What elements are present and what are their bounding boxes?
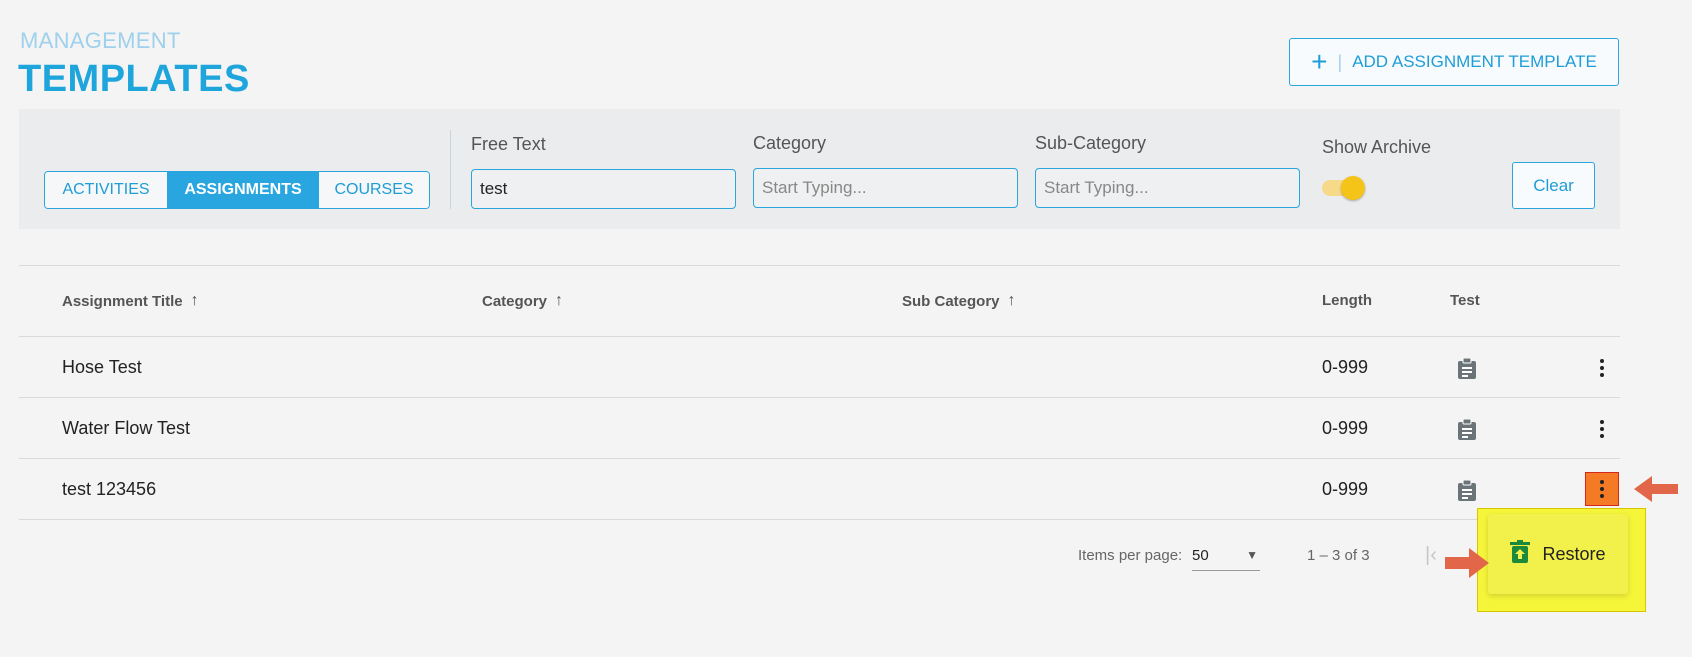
column-header-length: Length <box>1322 292 1372 309</box>
sort-arrow-up-icon: ↑ <box>190 292 199 309</box>
add-assignment-template-button[interactable]: + | ADD ASSIGNMENT TEMPLATE <box>1289 38 1619 86</box>
clipboard-icon[interactable] <box>1457 418 1477 446</box>
add-button-label: ADD ASSIGNMENT TEMPLATE <box>1352 52 1597 71</box>
column-header-length-label: Length <box>1322 292 1372 309</box>
annotation-arrow-left-icon <box>1632 474 1680 509</box>
row-length: 0-999 <box>1322 357 1369 377</box>
column-header-category-label: Category <box>482 292 548 310</box>
toggle-knob[interactable] <box>1341 176 1365 200</box>
show-archive-label: Show Archive <box>1322 137 1432 157</box>
clipboard-icon[interactable] <box>1457 357 1477 385</box>
row-divider <box>19 519 1620 520</box>
row-divider <box>19 336 1620 337</box>
row-title: test 123456 <box>62 479 157 499</box>
row-more-menu-icon[interactable] <box>1593 356 1611 380</box>
restore-menu-item[interactable]: Restore <box>1488 514 1628 594</box>
filter-divider <box>450 130 451 209</box>
sort-arrow-up-icon: ↑ <box>555 292 564 309</box>
row-more-menu-icon[interactable] <box>1593 417 1611 441</box>
more-vert-icon <box>1593 477 1611 501</box>
row-length: 0-999 <box>1322 479 1369 499</box>
items-per-page-value: 50 <box>1192 546 1209 564</box>
first-page-icon[interactable]: |‹ <box>1425 544 1437 567</box>
restore-label: Restore <box>1542 543 1606 564</box>
clipboard-icon[interactable] <box>1457 479 1477 507</box>
row-divider <box>19 397 1620 398</box>
row-more-menu-button-highlighted[interactable] <box>1585 472 1619 506</box>
row-title: Water Flow Test <box>62 418 191 438</box>
sub-category-input[interactable] <box>1035 168 1300 208</box>
row-length: 0-999 <box>1322 418 1369 438</box>
column-header-test: Test <box>1450 292 1480 309</box>
caret-down-icon: ▼ <box>1246 548 1258 562</box>
category-input[interactable] <box>753 168 1018 208</box>
tab-activities[interactable]: ACTIVITIES <box>45 172 168 208</box>
column-header-title[interactable]: Assignment Title ↑ <box>62 292 199 310</box>
tab-courses[interactable]: COURSES <box>318 172 429 208</box>
column-header-test-label: Test <box>1450 292 1480 309</box>
items-per-page-select[interactable]: 50 ▼ <box>1192 540 1260 571</box>
page-title: TEMPLATES <box>18 58 250 100</box>
restore-trash-icon <box>1510 539 1531 569</box>
annotation-arrow-right-icon <box>1443 546 1491 585</box>
category-label: Category <box>753 133 827 153</box>
sort-arrow-up-icon: ↑ <box>1007 292 1016 309</box>
tab-assignments[interactable]: ASSIGNMENTS <box>168 172 318 208</box>
template-type-tabs: ACTIVITIES ASSIGNMENTS COURSES <box>44 171 430 209</box>
sub-category-label: Sub-Category <box>1035 133 1147 153</box>
row-title: Hose Test <box>62 357 142 377</box>
table-top-divider <box>19 265 1620 266</box>
separator: | <box>1337 51 1343 72</box>
breadcrumb: MANAGEMENT <box>20 28 181 53</box>
row-divider <box>19 458 1620 459</box>
column-header-sub-category-label: Sub Category <box>902 292 1000 310</box>
free-text-input[interactable] <box>471 169 736 209</box>
items-per-page-label: Items per page: <box>1078 547 1183 564</box>
column-header-category[interactable]: Category ↑ <box>482 292 563 310</box>
pager-range: 1 – 3 of 3 <box>1307 547 1370 564</box>
free-text-label: Free Text <box>471 134 546 154</box>
clear-button[interactable]: Clear <box>1512 162 1595 209</box>
column-header-title-label: Assignment Title <box>62 292 183 310</box>
plus-icon: + <box>1311 46 1328 77</box>
column-header-sub-category[interactable]: Sub Category ↑ <box>902 292 1016 310</box>
